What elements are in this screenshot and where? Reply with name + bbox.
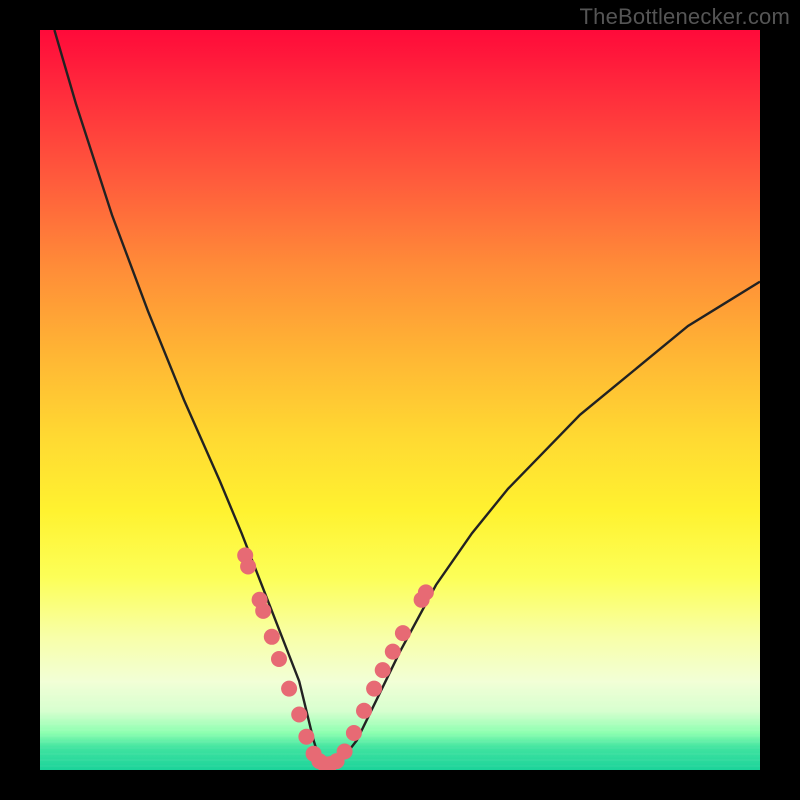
attribution-label: TheBottlenecker.com <box>580 4 790 30</box>
curve-marker <box>271 651 287 667</box>
chart-frame: TheBottlenecker.com <box>0 0 800 800</box>
curve-marker <box>346 725 362 741</box>
curve-marker <box>418 584 434 600</box>
curve-marker <box>240 559 256 575</box>
curve-markers <box>237 547 434 770</box>
curve-marker <box>264 629 280 645</box>
curve-marker <box>395 625 411 641</box>
curve-marker <box>255 603 271 619</box>
bottleneck-curve-svg <box>40 30 760 770</box>
curve-marker <box>291 707 307 723</box>
curve-marker <box>366 681 382 697</box>
curve-marker <box>281 681 297 697</box>
plot-area <box>40 30 760 770</box>
bottleneck-curve <box>54 30 760 766</box>
curve-marker <box>298 729 314 745</box>
curve-marker <box>337 744 353 760</box>
curve-marker <box>385 644 401 660</box>
curve-marker <box>356 703 372 719</box>
curve-marker <box>375 662 391 678</box>
